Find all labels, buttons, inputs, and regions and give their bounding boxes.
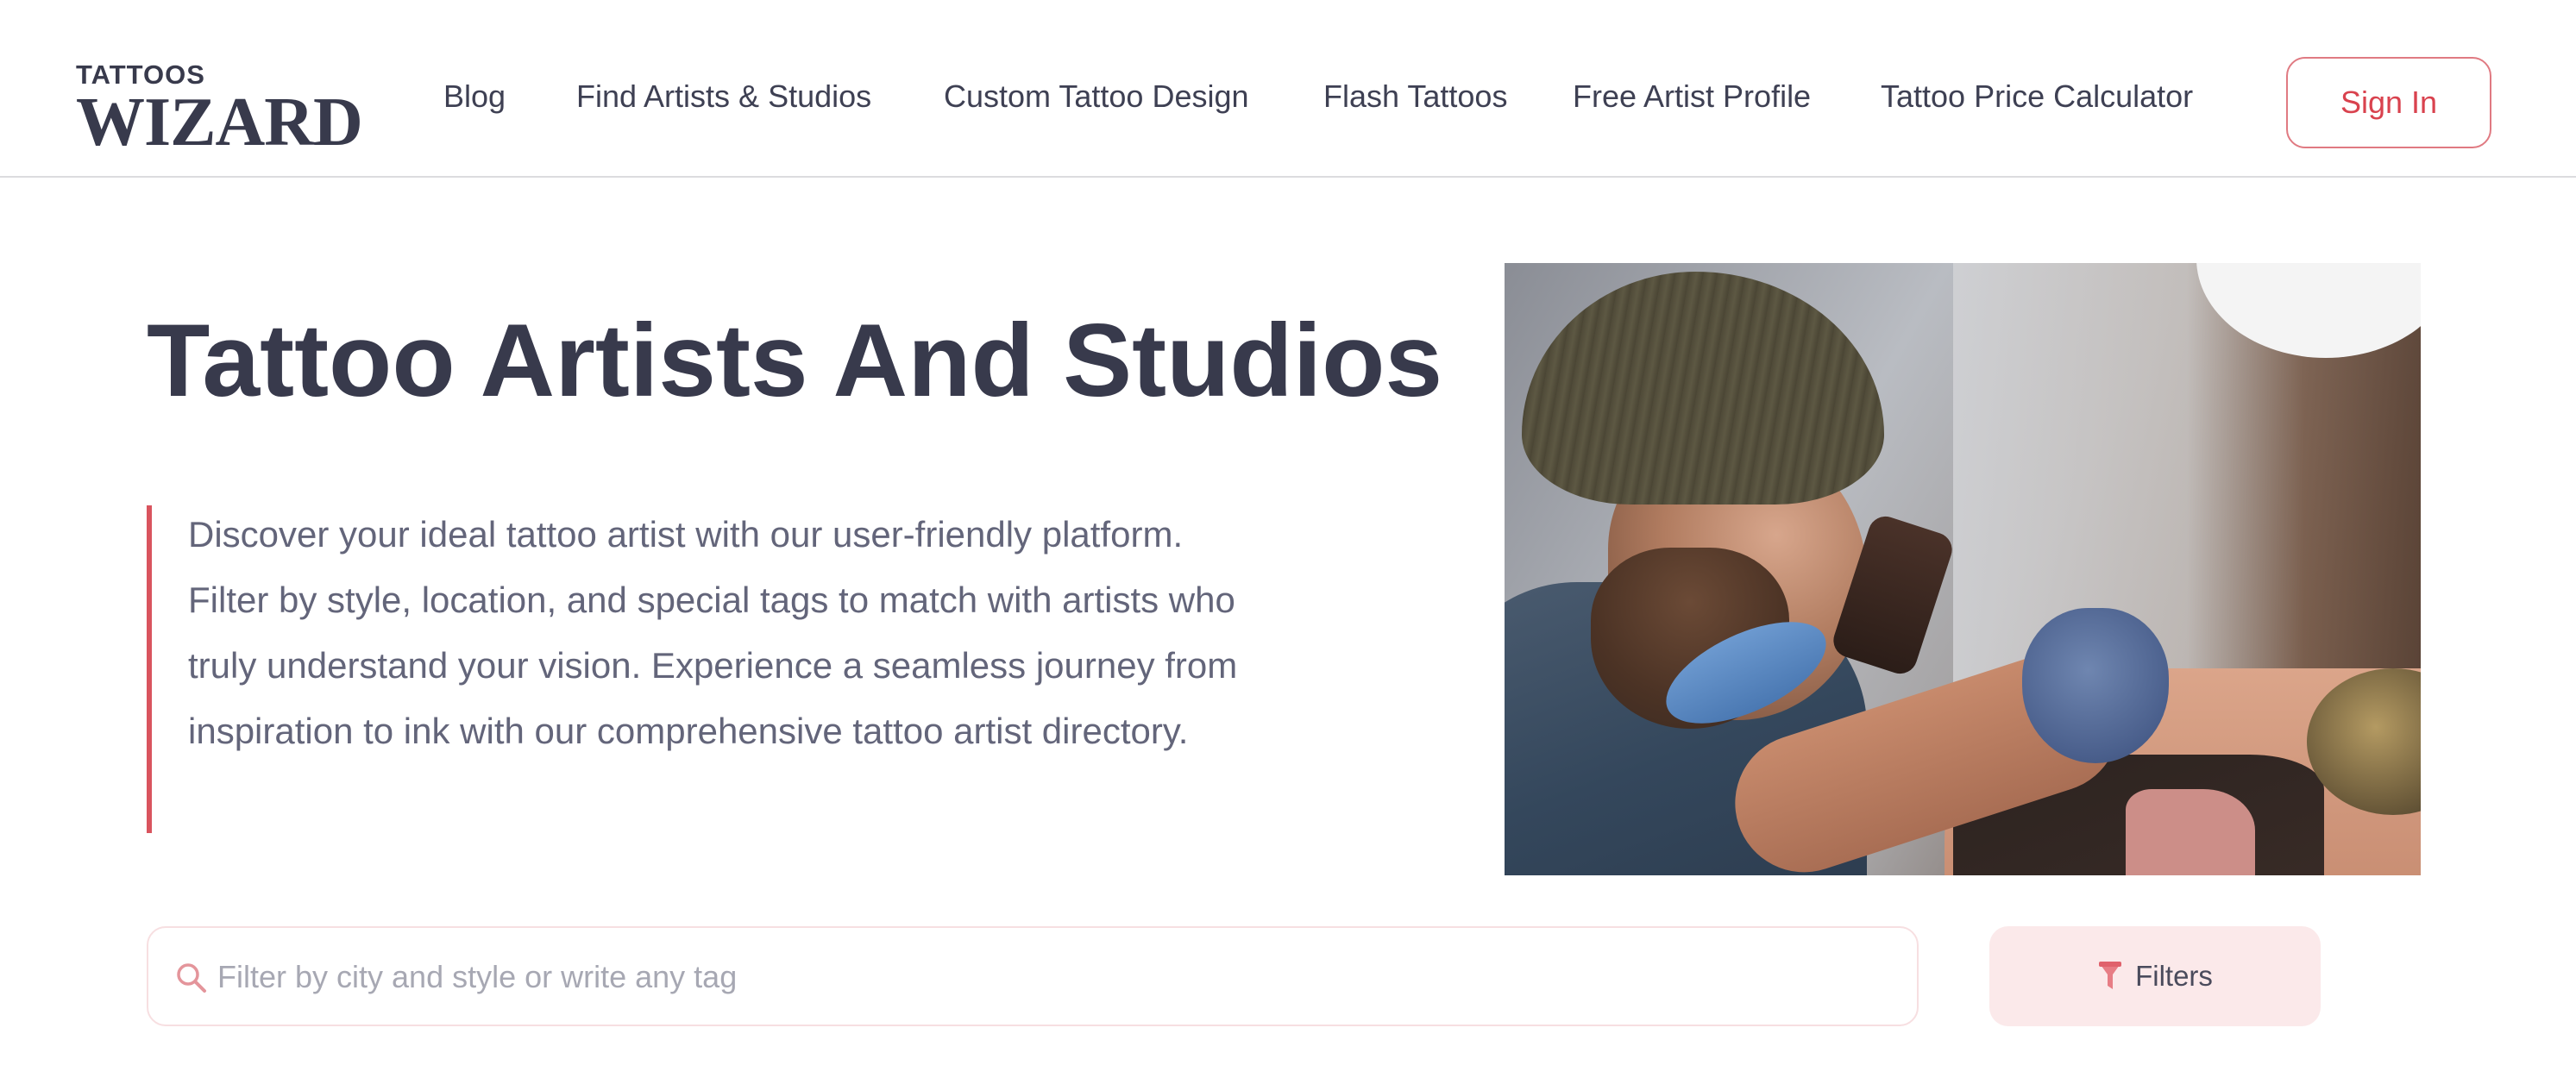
- quote-accent-bar: [147, 505, 152, 833]
- nav-item-find-artists[interactable]: Find Artists & Studios: [576, 76, 871, 117]
- photo-client-garment: [2126, 789, 2255, 875]
- nav-item-price-calculator[interactable]: Tattoo Price Calculator: [1881, 76, 2193, 117]
- page-title: Tattoo Artists And Studios: [147, 303, 1443, 418]
- site-header: TATTOOS WIZARD Blog Find Artists & Studi…: [0, 0, 2576, 178]
- filters-button[interactable]: Filters: [1989, 926, 2321, 1026]
- search-icon: [174, 961, 209, 995]
- photo-artist-right-glove: [2022, 608, 2169, 763]
- nav-item-flash-tattoos[interactable]: Flash Tattoos: [1323, 76, 1507, 117]
- site-logo[interactable]: TATTOOS WIZARD: [76, 60, 363, 158]
- sign-in-button[interactable]: Sign In: [2286, 57, 2491, 148]
- hero-description: Discover your ideal tattoo artist with o…: [188, 514, 1238, 751]
- hero-photo-tattoo-artist: [1505, 263, 2421, 875]
- nav-item-custom-design[interactable]: Custom Tattoo Design: [944, 76, 1249, 117]
- search-bar[interactable]: [147, 926, 1919, 1026]
- nav-item-blog[interactable]: Blog: [443, 76, 506, 117]
- photo-artist-beanie: [1522, 272, 1884, 505]
- funnel-icon: [2097, 960, 2123, 993]
- logo-big-text: WIZARD: [76, 85, 363, 160]
- nav-item-free-profile[interactable]: Free Artist Profile: [1573, 76, 1811, 117]
- filters-label: Filters: [2135, 960, 2213, 992]
- search-input[interactable]: [216, 949, 1858, 1006]
